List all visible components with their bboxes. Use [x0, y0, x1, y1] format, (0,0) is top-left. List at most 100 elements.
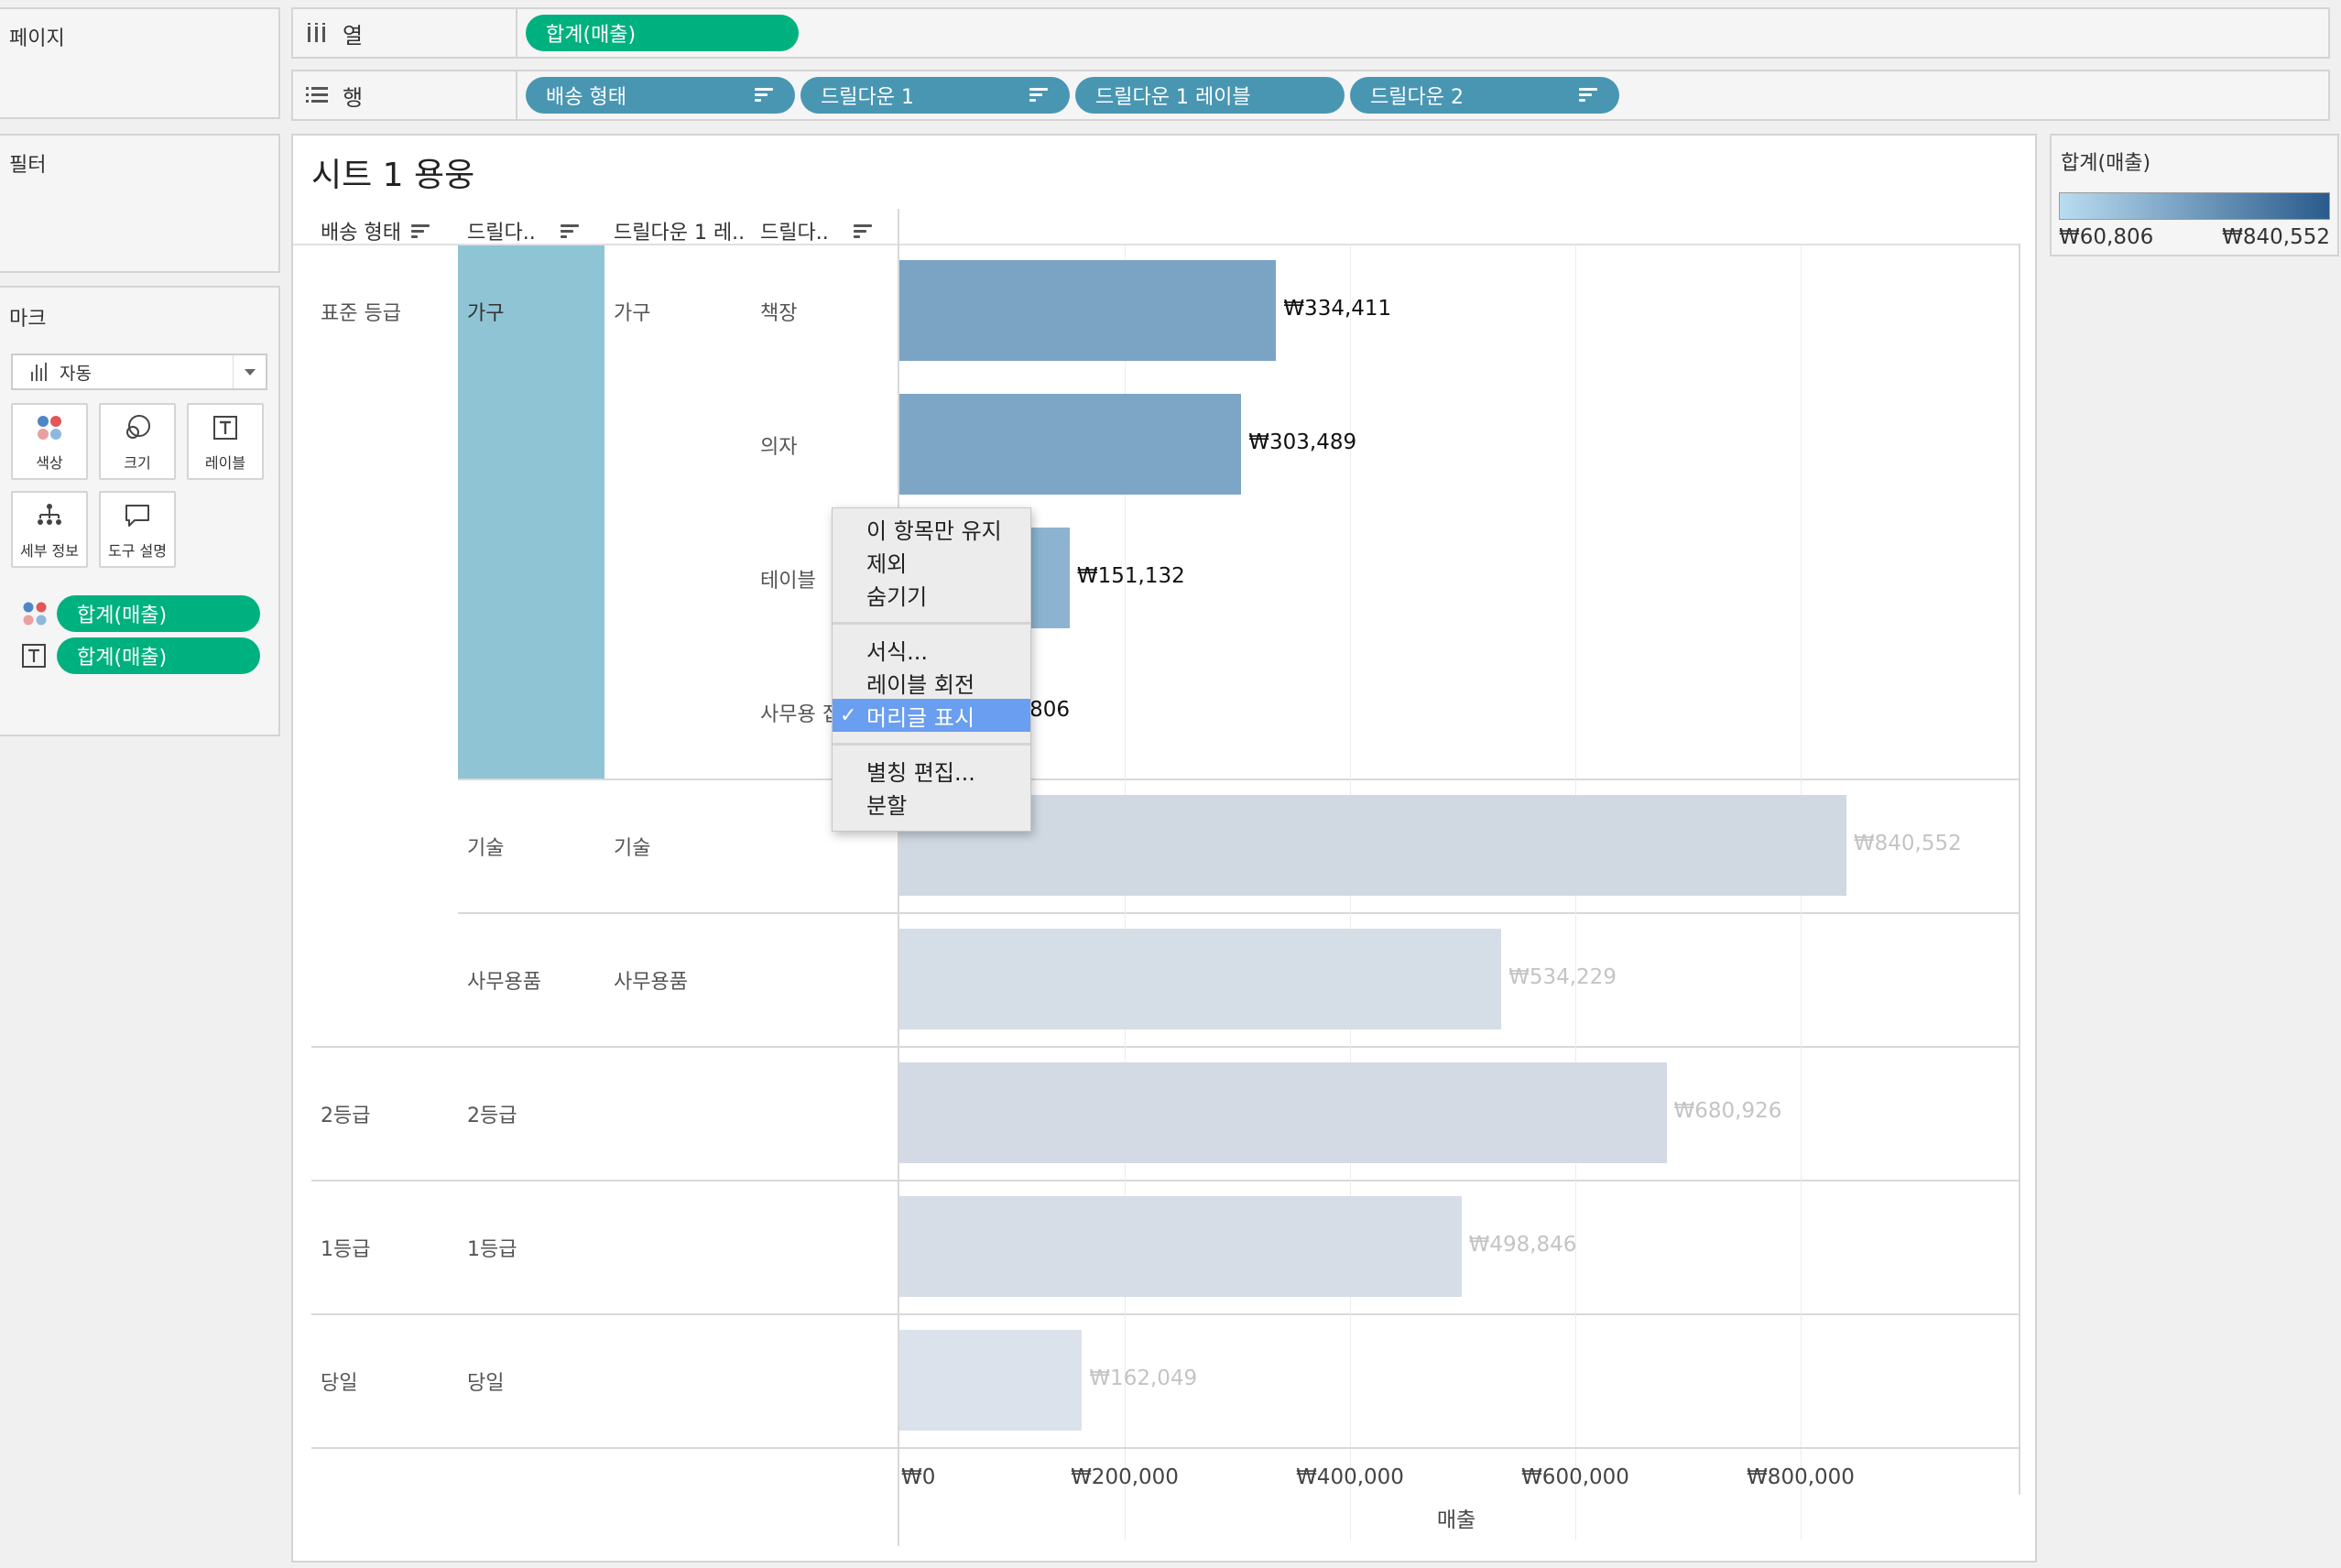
size-card[interactable]: 크기: [99, 403, 176, 480]
row-label-ship[interactable]: 2등급: [321, 1099, 370, 1128]
menu-item-format[interactable]: 서식...: [833, 633, 1030, 666]
header-label: 드릴다..: [760, 222, 829, 245]
detail-hierarchy-icon: [36, 493, 63, 539]
filters-title: 필터: [9, 154, 47, 177]
mark-type-dropdown[interactable]: 자동: [11, 354, 267, 390]
bar-value-label: ₩303,489: [1248, 430, 1357, 454]
row-pill-drilldown-2[interactable]: 드릴다운 2: [1350, 77, 1619, 114]
row-label-d1label[interactable]: 가구: [614, 297, 650, 326]
tooltip-card[interactable]: 도구 설명: [99, 491, 176, 568]
detail-card[interactable]: 세부 정보: [11, 491, 88, 568]
header-context-menu: 이 항목만 유지 제외 숨기기 서식... 레이블 회전 ✓ 머리글 표시 별칭…: [832, 507, 1031, 832]
columns-icon: [306, 23, 328, 43]
gridline: [1350, 1449, 1351, 1541]
color-dots-icon: [36, 405, 63, 451]
sort-icon[interactable]: [560, 223, 581, 241]
gridline: [1125, 1449, 1126, 1541]
menu-separator: [833, 743, 1030, 746]
row-label-d2[interactable]: 책장: [760, 297, 797, 326]
row-label-d2[interactable]: 의자: [760, 430, 797, 460]
menu-separator: [833, 622, 1030, 625]
menu-item-keep-only[interactable]: 이 항목만 유지: [833, 512, 1030, 545]
mark-color-pill[interactable]: 합계(매출): [57, 595, 260, 632]
header-drilldown-1[interactable]: 드릴다..: [467, 216, 581, 245]
row-pill-label: 배송 형태: [546, 86, 626, 109]
label-card[interactable]: 레이블: [187, 403, 264, 480]
row-pill-ship-mode[interactable]: 배송 형태: [526, 77, 795, 114]
columns-shelf: 열 합계(매출): [291, 7, 2330, 59]
row-pill-drilldown-1-label[interactable]: 드릴다운 1 레이블: [1075, 77, 1345, 114]
row-label-ship[interactable]: 표준 등급: [321, 297, 401, 326]
row-pill-drilldown-1[interactable]: 드릴다운 1: [800, 77, 1070, 114]
row-label-d1[interactable]: 당일: [467, 1367, 504, 1396]
row-label-d1[interactable]: 가구: [467, 297, 504, 326]
bar[interactable]: [899, 795, 1846, 896]
bar-chart-icon: [31, 363, 47, 381]
menu-item-exclude[interactable]: 제외: [833, 545, 1030, 578]
header-ship-mode[interactable]: 배송 형태: [321, 216, 431, 245]
color-card-label: 색상: [36, 454, 63, 472]
speech-bubble-icon: [124, 493, 151, 539]
rows-shelf-label: 행: [293, 71, 517, 119]
sort-icon[interactable]: [1029, 86, 1050, 104]
bar[interactable]: [899, 929, 1502, 1029]
row-label-d1[interactable]: 사무용품: [467, 965, 541, 995]
bar-value-label: ₩840,552: [1853, 832, 1962, 855]
header-drilldown-1-label[interactable]: 드릴다운 1 레..: [614, 216, 745, 245]
x-axis-tick-label: ₩200,000: [1071, 1465, 1179, 1489]
worksheet: 시트 1 용웅 배송 형태 드릴다.. 드릴다운 1 레.. 드릴다.. 표준 …: [291, 134, 2037, 1563]
rows-icon: [306, 86, 328, 104]
menu-item-split[interactable]: 분할: [833, 787, 1030, 820]
row-label-d1label[interactable]: 기술: [614, 832, 650, 861]
row-label-ship[interactable]: 당일: [321, 1367, 357, 1396]
mark-type-label: 자동: [60, 363, 92, 384]
mark-label-pill[interactable]: 합계(매출): [57, 637, 260, 674]
color-legend: 합계(매출) ₩60,806 ₩840,552: [2050, 134, 2339, 256]
legend-min-label: ₩60,806: [2059, 225, 2154, 249]
bar[interactable]: [899, 394, 1242, 495]
rows-shelf: 행 배송 형태 드릴다운 1 드릴다운 1 레이블 드릴다운 2: [291, 70, 2330, 121]
menu-item-show-header[interactable]: ✓ 머리글 표시: [833, 699, 1030, 732]
mark-color-field: 합계(매출): [20, 595, 267, 632]
pages-title: 페이지: [9, 27, 65, 50]
menu-item-edit-alias[interactable]: 별칭 편집...: [833, 754, 1030, 787]
bar-value-label: ₩151,132: [1076, 564, 1185, 588]
row-label-d1[interactable]: 1등급: [467, 1233, 517, 1262]
columns-shelf-label: 열: [293, 9, 517, 57]
x-axis-tick-label: ₩800,000: [1747, 1465, 1855, 1489]
label-card-label: 레이블: [204, 454, 246, 472]
bar[interactable]: [899, 1062, 1667, 1163]
color-dots-icon: [22, 601, 48, 630]
tooltip-card-label: 도구 설명: [108, 542, 167, 560]
bar-value-label: ₩680,926: [1673, 1099, 1782, 1123]
column-pill-sales[interactable]: 합계(매출): [526, 15, 799, 51]
bar[interactable]: [899, 260, 1277, 361]
menu-item-hide[interactable]: 숨기기: [833, 578, 1030, 611]
plot-right-edge: [2019, 244, 2020, 1495]
legend-title: 합계(매출): [2061, 152, 2151, 175]
text-t-icon: [212, 405, 238, 451]
bar[interactable]: [899, 1196, 1462, 1297]
sort-icon[interactable]: [853, 223, 874, 241]
sort-icon[interactable]: [1579, 86, 1599, 104]
color-card[interactable]: 색상: [11, 403, 88, 480]
bar[interactable]: [899, 1330, 1083, 1431]
row-label-ship[interactable]: 1등급: [321, 1233, 370, 1262]
legend-max-label: ₩840,552: [2222, 225, 2330, 249]
sort-icon[interactable]: [410, 223, 431, 241]
gridline: [1801, 1449, 1802, 1541]
columns-label: 열: [343, 22, 364, 49]
row-label-d1[interactable]: 2등급: [467, 1099, 517, 1128]
x-axis: ₩0 ₩200,000 ₩400,000 ₩600,000 ₩800,000: [899, 1449, 2019, 1550]
row-pill-label: 드릴다운 2: [1370, 86, 1464, 109]
header-drilldown-2[interactable]: 드릴다..: [760, 216, 874, 245]
row-label-d1[interactable]: 기술: [467, 832, 504, 861]
menu-item-label: 머리글 표시: [866, 704, 975, 731]
legend-color-ramp[interactable]: [2059, 192, 2330, 220]
menu-item-rotate-label[interactable]: 레이블 회전: [833, 666, 1030, 699]
x-axis-tick-label: ₩0: [901, 1465, 936, 1489]
sort-icon[interactable]: [755, 86, 775, 104]
mark-label-field: 합계(매출): [20, 637, 267, 674]
row-label-d1label[interactable]: 사무용품: [614, 965, 688, 995]
row-label-d2[interactable]: 테이블: [760, 564, 816, 593]
